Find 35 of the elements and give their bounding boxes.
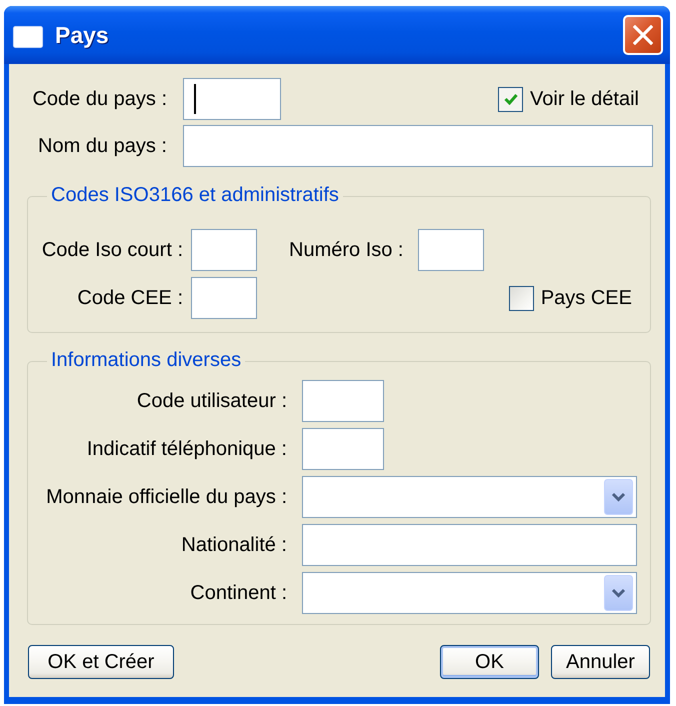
field-label: Monnaie officielle du pays :	[46, 486, 287, 508]
checkbox-label[interactable]: Voir le détail	[530, 88, 639, 110]
chevron-down-icon[interactable]	[604, 575, 633, 611]
chevron-down-icon[interactable]	[604, 479, 633, 515]
field-label: Continent :	[190, 582, 287, 604]
checkbox[interactable]	[508, 286, 534, 310]
field-label: Code du pays :	[32, 88, 167, 110]
field-label: Indicatif téléphonique :	[86, 438, 287, 460]
dropdown-field[interactable]	[302, 572, 637, 614]
field-label: Code CEE :	[77, 286, 183, 308]
checkbox[interactable]	[498, 86, 524, 112]
text-cursor-icon	[194, 84, 196, 114]
text-field[interactable]	[302, 524, 637, 566]
text-field[interactable]	[302, 380, 384, 422]
field-label: Nationalité :	[181, 534, 287, 556]
checkbox-label[interactable]: Pays CEE	[540, 286, 632, 310]
window-title: Pays	[55, 22, 109, 48]
dropdown-field[interactable]	[302, 476, 637, 518]
window-icon	[13, 26, 43, 48]
text-field[interactable]	[191, 229, 257, 271]
field-label: Numéro Iso :	[289, 238, 404, 260]
text-field[interactable]	[183, 125, 653, 167]
field-label: Code utilisateur :	[136, 390, 287, 412]
dialog-button[interactable]: OK	[440, 645, 539, 679]
field-label: Nom du pays :	[38, 134, 167, 156]
dialog-button[interactable]: Annuler	[551, 645, 650, 679]
field-label: Code Iso court :	[42, 238, 183, 260]
text-field[interactable]	[191, 277, 257, 319]
text-field[interactable]	[302, 428, 384, 470]
dialog-button[interactable]: OK et Créer	[28, 645, 174, 679]
text-field[interactable]	[183, 78, 281, 120]
close-icon	[633, 25, 653, 45]
checkmark-icon	[504, 93, 518, 105]
text-field[interactable]	[418, 229, 484, 271]
close-button[interactable]	[623, 15, 663, 55]
